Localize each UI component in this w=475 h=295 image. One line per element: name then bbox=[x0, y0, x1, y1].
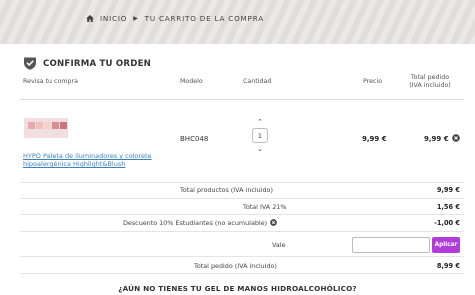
col-header-product: Revisa tu compra bbox=[23, 78, 78, 85]
promo-heading: ¿AÚN NO TIENES TU GEL DE MANOS HIDROALCO… bbox=[118, 284, 357, 293]
chevron-down-icon[interactable]: ⌄ bbox=[252, 143, 268, 155]
col-header-model: Modelo bbox=[180, 78, 203, 85]
remove-discount-icon[interactable] bbox=[270, 219, 277, 226]
row-divider bbox=[20, 182, 464, 183]
item-total: 9,99 € bbox=[424, 135, 449, 143]
remove-icon[interactable] bbox=[452, 134, 460, 142]
row-divider bbox=[20, 214, 464, 215]
col-header-total: Total pedido (IVA incluido) bbox=[402, 74, 458, 90]
page-title: CONFIRMA TU ORDEN bbox=[43, 58, 152, 69]
tax-value: 1,56 € bbox=[436, 203, 460, 211]
item-price: 9,99 € bbox=[362, 135, 387, 143]
discount-row-label: Descuento 10% Estudiantes (no acumulable… bbox=[123, 219, 277, 227]
row-divider bbox=[20, 231, 464, 232]
row-divider bbox=[20, 198, 464, 199]
quantity-stepper[interactable]: ⌃ 1 ⌄ bbox=[252, 116, 268, 155]
apply-voucher-button[interactable]: Aplicar bbox=[432, 237, 460, 253]
row-divider bbox=[20, 273, 464, 274]
col-header-total-line2: (IVA incluido) bbox=[409, 82, 451, 89]
tax-label: Total IVA 21% bbox=[243, 203, 287, 211]
grand-total-value: 8,99 € bbox=[436, 262, 460, 270]
subtotal-label: Total productos (IVA incluido) bbox=[180, 186, 273, 194]
voucher-label: Vale bbox=[272, 241, 286, 249]
quantity-input[interactable]: 1 bbox=[252, 128, 268, 143]
row-divider bbox=[20, 256, 464, 257]
breadcrumb-home[interactable]: INICIO bbox=[100, 14, 127, 23]
discount-label: Descuento 10% Estudiantes (no acumulable… bbox=[123, 219, 268, 227]
grand-total-label: Total pedido (IVA incluido) bbox=[194, 262, 277, 270]
home-icon[interactable] bbox=[86, 15, 94, 22]
subtotal-value: 9,99 € bbox=[436, 186, 460, 194]
order-section-title: CONFIRMA TU ORDEN bbox=[23, 57, 151, 70]
shield-check-icon bbox=[23, 57, 37, 70]
product-model: BHC048 bbox=[180, 135, 209, 143]
breadcrumb: INICIO ▶ TU CARRITO DE LA COMPRA bbox=[86, 14, 264, 23]
product-name-link[interactable]: HYPO Paleta de iluminadores y colorete h… bbox=[23, 152, 153, 168]
chevron-right-icon: ▶ bbox=[133, 15, 139, 22]
breadcrumb-current: TU CARRITO DE LA COMPRA bbox=[144, 14, 264, 23]
col-header-quantity: Cantidad bbox=[243, 78, 272, 85]
chevron-up-icon[interactable]: ⌃ bbox=[252, 116, 268, 128]
header-divider bbox=[20, 99, 464, 100]
col-header-price: Precio bbox=[363, 78, 383, 85]
col-header-total-line1: Total pedido bbox=[410, 74, 450, 81]
discount-value: -1,00 € bbox=[434, 219, 460, 227]
voucher-input[interactable] bbox=[352, 237, 430, 253]
product-image[interactable] bbox=[24, 118, 68, 138]
